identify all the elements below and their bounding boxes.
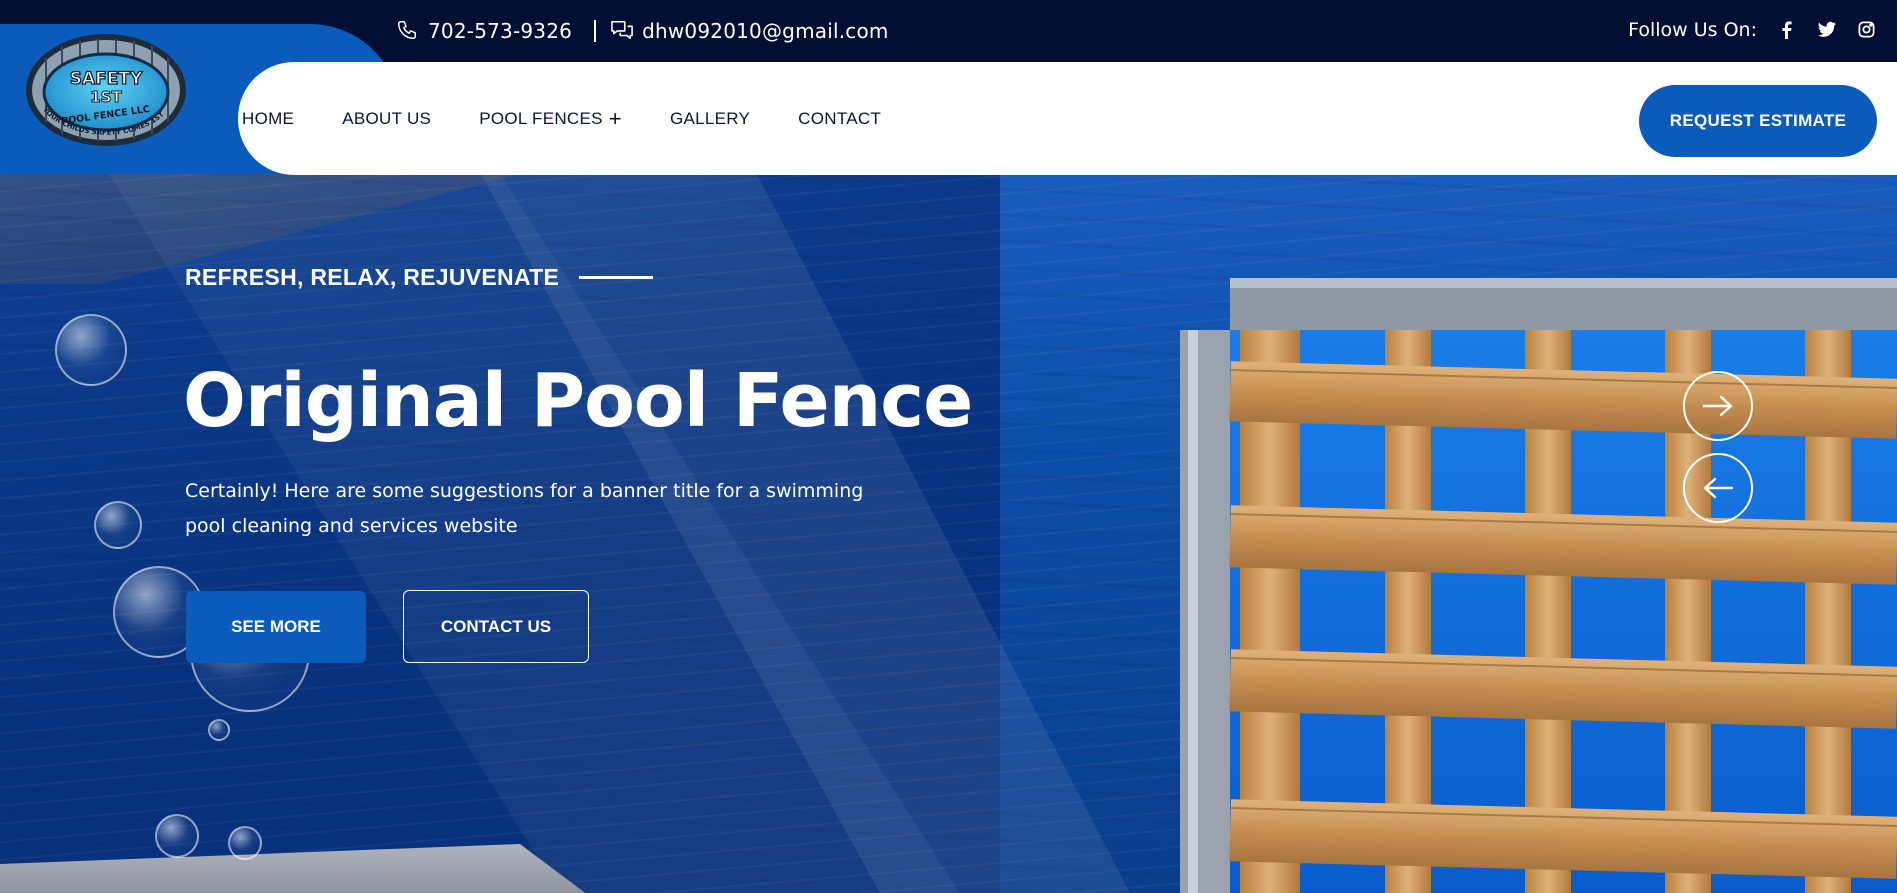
chat-bubbles-icon bbox=[610, 19, 634, 43]
contact-us-button[interactable]: CONTACT US bbox=[403, 590, 589, 663]
slider-prev-button[interactable] bbox=[1683, 453, 1753, 523]
main-navigation: HOME ABOUT US POOL FENCES + GALLERY CONTA… bbox=[238, 62, 1897, 175]
slider-next-button[interactable] bbox=[1683, 371, 1753, 441]
bubble-decoration bbox=[208, 719, 230, 741]
phone-link[interactable]: 702-573-9326 bbox=[428, 19, 572, 43]
follow-label: Follow Us On: bbox=[1628, 19, 1757, 41]
arrow-right-icon bbox=[1702, 395, 1733, 417]
bubble-decoration bbox=[94, 501, 142, 549]
company-logo[interactable]: SAFETY 1ST POOL FENCE LLC YOUR CHILDS SA… bbox=[22, 28, 190, 150]
bubble-decoration bbox=[228, 826, 262, 860]
nav-item-about-us[interactable]: ABOUT US bbox=[342, 109, 431, 129]
logo-line-1: SAFETY bbox=[70, 69, 143, 89]
nav-label: GALLERY bbox=[669, 108, 751, 128]
request-estimate-button[interactable]: REQUEST ESTIMATE bbox=[1639, 85, 1877, 157]
email-link[interactable]: dhw092010@gmail.com bbox=[642, 19, 889, 43]
nav-menu: HOME ABOUT US POOL FENCES + GALLERY CONTA… bbox=[242, 62, 929, 175]
wooden-fence-image bbox=[1180, 278, 1897, 893]
nav-label: CONTACT bbox=[798, 108, 882, 128]
nav-item-gallery[interactable]: GALLERY bbox=[670, 109, 750, 129]
phone-icon bbox=[396, 19, 420, 43]
nav-label: POOL FENCES bbox=[479, 108, 603, 128]
instagram-icon[interactable] bbox=[1857, 20, 1877, 40]
see-more-button[interactable]: SEE MORE bbox=[186, 591, 366, 663]
arrow-left-icon bbox=[1703, 477, 1734, 499]
nav-item-pool-fences[interactable]: POOL FENCES + bbox=[479, 105, 622, 131]
tagline-underline bbox=[579, 276, 654, 279]
twitter-icon[interactable] bbox=[1817, 20, 1837, 40]
social-follow: Follow Us On: bbox=[1628, 19, 1877, 41]
bubble-decoration bbox=[55, 314, 127, 386]
contact-divider bbox=[594, 20, 597, 42]
nav-item-home[interactable]: HOME bbox=[242, 109, 294, 129]
hero-title: Original Pool Fence bbox=[183, 358, 973, 444]
logo-line-2: 1ST bbox=[90, 88, 122, 106]
nav-item-contact[interactable]: CONTACT bbox=[798, 109, 881, 129]
plus-icon: + bbox=[608, 105, 622, 131]
hero-tagline: REFRESH, RELAX, REJUVENATE bbox=[185, 264, 654, 291]
tagline-text: REFRESH, RELAX, REJUVENATE bbox=[185, 264, 560, 290]
facebook-icon[interactable] bbox=[1777, 20, 1797, 40]
hero-description: Certainly! Here are some suggestions for… bbox=[185, 480, 864, 537]
nav-label: ABOUT US bbox=[342, 108, 432, 128]
nav-label: HOME bbox=[242, 108, 295, 128]
top-contact-info: 702-573-9326 dhw092010@gmail.com bbox=[396, 19, 889, 43]
bubble-decoration bbox=[155, 814, 199, 858]
